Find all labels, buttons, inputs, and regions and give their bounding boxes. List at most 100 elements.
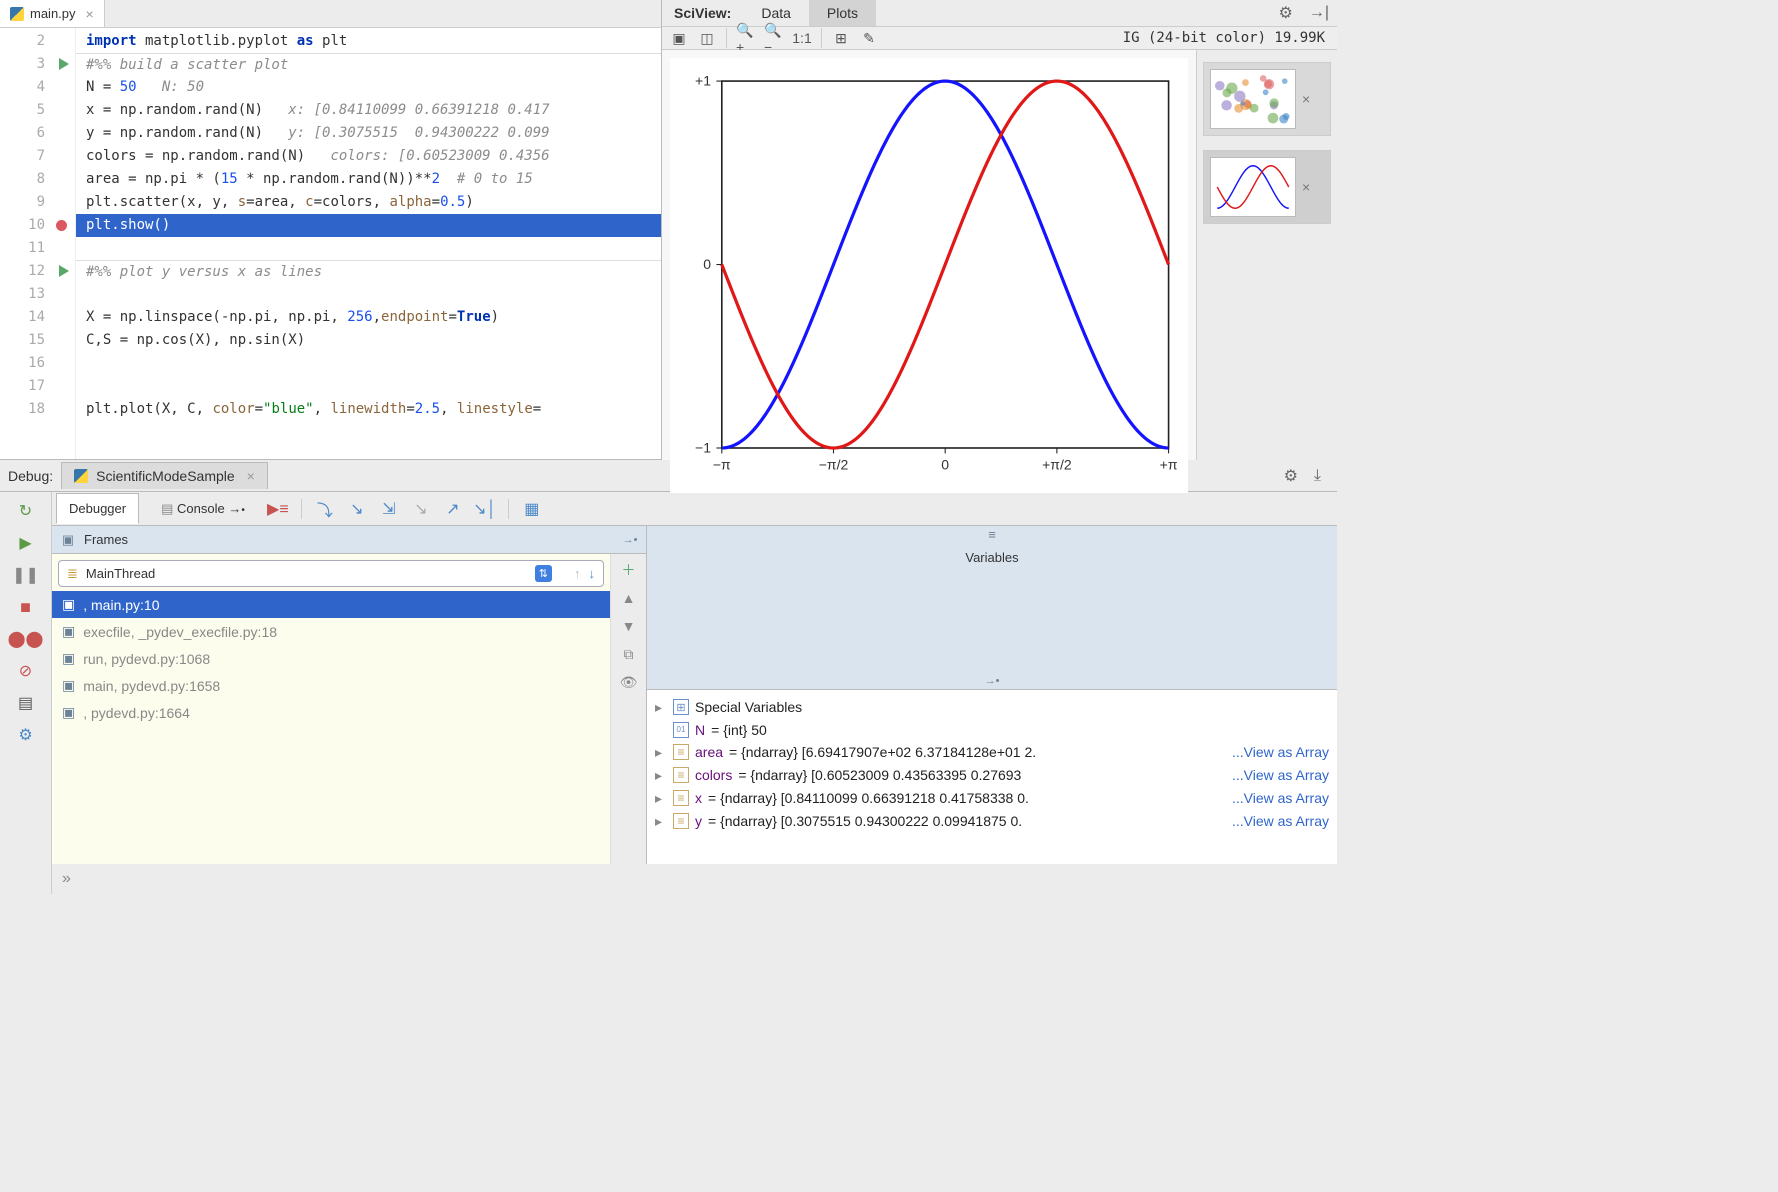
code-line-17[interactable]: [76, 375, 661, 398]
thumbnail-close-icon[interactable]: ×: [1302, 91, 1310, 107]
frames-collapse-icon[interactable]: →•: [622, 532, 638, 548]
code-line-12[interactable]: #%% plot y versus x as lines: [76, 260, 661, 283]
step-into-icon[interactable]: ↘: [346, 498, 368, 520]
gutter-line-6[interactable]: 6: [0, 122, 75, 145]
editor-tab-main[interactable]: main.py ×: [0, 0, 105, 27]
view-breakpoints-icon[interactable]: ⬤⬤: [15, 628, 37, 650]
layout-icon[interactable]: ▤: [15, 692, 37, 714]
gutter-line-8[interactable]: 8: [0, 168, 75, 191]
gutter-line-7[interactable]: 7: [0, 145, 75, 168]
plot-thumbnail-1[interactable]: ×: [1203, 150, 1331, 224]
vars-collapse-icon[interactable]: →•: [984, 673, 1000, 689]
settings-icon[interactable]: ⚙: [15, 724, 37, 746]
pause-icon[interactable]: ❚❚: [15, 564, 37, 586]
code-line-15[interactable]: C,S = np.cos(X), np.sin(X): [76, 329, 661, 352]
variable-row-area[interactable]: ▸area = {ndarray} [6.69417907e+02 6.3718…: [651, 741, 1333, 764]
gutter-line-4[interactable]: 4: [0, 76, 75, 99]
gutter-line-16[interactable]: 16: [0, 352, 75, 375]
view-as-array-link[interactable]: ...View as Array: [1232, 744, 1329, 760]
variable-row-y[interactable]: ▸y = {ndarray} [0.3075515 0.94300222 0.0…: [651, 810, 1333, 833]
breakpoint-icon[interactable]: [56, 220, 67, 231]
stop-icon[interactable]: ■: [15, 596, 37, 618]
step-over-icon[interactable]: ⤵: [314, 498, 336, 520]
gutter-line-18[interactable]: 18: [0, 398, 75, 421]
variable-row-x[interactable]: ▸x = {ndarray} [0.84110099 0.66391218 0.…: [651, 787, 1333, 810]
close-tab-icon[interactable]: ×: [86, 6, 94, 22]
code-line-7[interactable]: colors = np.random.rand(N) colors: [0.60…: [76, 145, 661, 168]
gutter-line-3[interactable]: 3: [0, 53, 75, 76]
plot-thumbnail-0[interactable]: ×: [1203, 62, 1331, 136]
rerun-icon[interactable]: ↻: [15, 500, 37, 522]
gutter-line-14[interactable]: 14: [0, 306, 75, 329]
close-debug-tab-icon[interactable]: ×: [247, 468, 255, 484]
gutter-line-5[interactable]: 5: [0, 99, 75, 122]
debug-gear-icon[interactable]: ⚙: [1276, 466, 1306, 486]
hide-panel-icon[interactable]: →|: [1301, 4, 1337, 22]
thread-selector[interactable]: ≣ MainThread ⇅ ↑ ↓: [58, 560, 604, 587]
sciview-tab-plots[interactable]: Plots: [809, 0, 876, 26]
evaluate-expression-icon[interactable]: ▦: [521, 498, 543, 520]
view-as-array-link[interactable]: ...View as Array: [1232, 767, 1329, 783]
debug-hide-icon[interactable]: ⤓: [1306, 467, 1329, 485]
scroll-up-icon[interactable]: ▲: [619, 588, 639, 608]
stack-frame-3[interactable]: ▣main, pydevd.py:1658: [52, 672, 610, 699]
color-picker-icon[interactable]: ✎: [858, 27, 880, 49]
step-out-icon[interactable]: ↗: [442, 498, 464, 520]
gutter-line-12[interactable]: 12: [0, 260, 75, 283]
resume-icon[interactable]: ▶: [15, 532, 37, 554]
code-line-18[interactable]: plt.plot(X, C, color="blue", linewidth=2…: [76, 398, 661, 421]
code-line-10[interactable]: plt.show(): [76, 214, 661, 237]
stack-frame-1[interactable]: ▣execfile, _pydev_execfile.py:18: [52, 618, 610, 645]
step-into-my-icon[interactable]: ⇲: [378, 498, 400, 520]
gutter-line-10[interactable]: 10: [0, 214, 75, 237]
mute-breakpoints-icon[interactable]: ⊘: [15, 660, 37, 682]
view-as-array-link[interactable]: ...View as Array: [1232, 813, 1329, 829]
code-editor[interactable]: 23456789101112131415161718 import matplo…: [0, 28, 661, 459]
code-line-4[interactable]: N = 50 N: 50: [76, 76, 661, 99]
frame-prev-icon[interactable]: ↑: [574, 566, 581, 581]
bounding-box-icon[interactable]: ◫: [696, 27, 718, 49]
special-variables-row[interactable]: ▸ Special Variables: [651, 696, 1333, 719]
add-frame-icon[interactable]: ＋: [619, 560, 639, 580]
code-line-9[interactable]: plt.scatter(x, y, s=area, c=colors, alph…: [76, 191, 661, 214]
gutter-line-11[interactable]: 11: [0, 237, 75, 260]
grid-icon[interactable]: ⊞: [830, 27, 852, 49]
debug-run-config-tab[interactable]: ScientificModeSample ×: [61, 462, 268, 489]
variable-row-colors[interactable]: ▸colors = {ndarray} [0.60523009 0.435633…: [651, 764, 1333, 787]
code-line-14[interactable]: X = np.linspace(-np.pi, np.pi, 256,endpo…: [76, 306, 661, 329]
run-cell-icon[interactable]: [59, 58, 69, 70]
zoom-out-icon[interactable]: 🔍−: [763, 27, 785, 49]
console-tab[interactable]: ▤ Console →•: [149, 494, 257, 524]
copy-frame-icon[interactable]: ⧉: [619, 644, 639, 664]
code-line-8[interactable]: area = np.pi * (15 * np.random.rand(N))*…: [76, 168, 661, 191]
variable-row-N[interactable]: N = {int} 50: [651, 719, 1333, 741]
gear-icon[interactable]: ⚙: [1271, 3, 1301, 23]
watch-icon[interactable]: 👁: [619, 672, 639, 692]
run-cell-icon[interactable]: [59, 265, 69, 277]
code-line-5[interactable]: x = np.random.rand(N) x: [0.84110099 0.6…: [76, 99, 661, 122]
gutter-line-17[interactable]: 17: [0, 375, 75, 398]
gutter-line-9[interactable]: 9: [0, 191, 75, 214]
debugger-tab[interactable]: Debugger: [56, 493, 139, 524]
scroll-down-icon[interactable]: ▼: [619, 616, 639, 636]
gutter-line-13[interactable]: 13: [0, 283, 75, 306]
frame-next-icon[interactable]: ↓: [589, 566, 596, 581]
zoom-actual-icon[interactable]: 1:1: [791, 27, 813, 49]
plot-area[interactable]: −10+1−π−π/20+π/2+π: [662, 50, 1197, 501]
gutter-line-2[interactable]: 2: [0, 30, 75, 53]
code-line-6[interactable]: y = np.random.rand(N) y: [0.3075515 0.94…: [76, 122, 661, 145]
code-line-16[interactable]: [76, 352, 661, 375]
code-line-11[interactable]: [76, 237, 661, 260]
select-tool-icon[interactable]: ▣: [668, 27, 690, 49]
stack-frame-2[interactable]: ▣run, pydevd.py:1068: [52, 645, 610, 672]
force-step-into-icon[interactable]: ↘: [410, 498, 432, 520]
thread-dropdown-icon[interactable]: ⇅: [535, 565, 552, 582]
code-line-13[interactable]: [76, 283, 661, 306]
gutter-line-15[interactable]: 15: [0, 329, 75, 352]
thumbnail-close-icon[interactable]: ×: [1302, 179, 1310, 195]
code-line-3[interactable]: #%% build a scatter plot: [76, 53, 661, 76]
view-as-array-link[interactable]: ...View as Array: [1232, 790, 1329, 806]
more-tools-icon[interactable]: »: [52, 864, 1337, 894]
stack-frame-0[interactable]: ▣, main.py:10: [52, 591, 610, 618]
run-to-cursor-icon[interactable]: ↘│: [474, 498, 496, 520]
